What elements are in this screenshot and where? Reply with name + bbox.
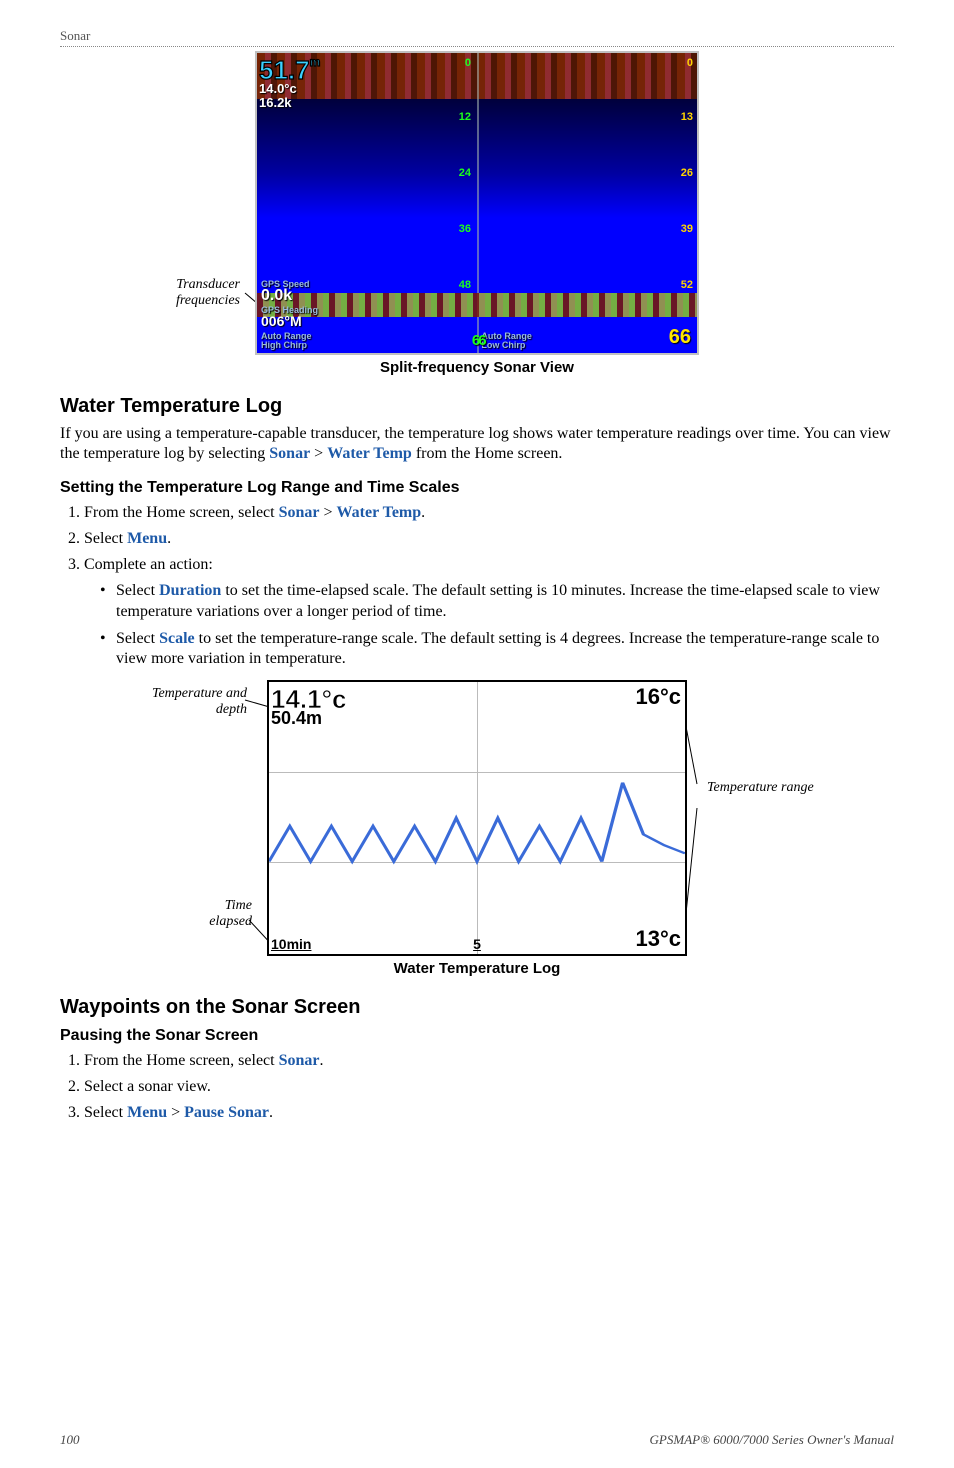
pause-step-1: From the Home screen, select Sonar. — [84, 1049, 894, 1073]
gps-speed-value: 0.0k — [261, 287, 292, 305]
current-depth: 50.4m — [271, 708, 322, 729]
figure2-caption: Water Temperature Log — [267, 960, 687, 977]
right-tick: 13 — [681, 111, 693, 123]
right-tick: 26 — [681, 167, 693, 179]
menu-sonar: Sonar — [269, 445, 310, 462]
left-tick: 0 — [465, 57, 471, 69]
gps-heading-value: 006°M — [261, 313, 302, 329]
right-tick: 0 — [687, 57, 693, 69]
auto-range-left-2: High Chirp — [261, 340, 307, 350]
pause-step-2: Select a sonar view. — [84, 1075, 894, 1099]
auto-range-right-2: Low Chirp — [481, 340, 525, 350]
bullet-duration: Select Duration to set the time-elapsed … — [100, 581, 894, 623]
pause-step-3: Select Menu > Pause Sonar. — [84, 1101, 894, 1125]
step-2: Select Menu. — [84, 527, 894, 551]
footer-book-title: GPSMAP® 6000/7000 Series Owner's Manual — [650, 1432, 894, 1448]
left-tick: 12 — [459, 111, 471, 123]
right-tick: 39 — [681, 223, 693, 235]
running-header: Sonar — [60, 28, 894, 47]
temp-range-bottom: 13°c — [635, 926, 681, 952]
left-tick: 36 — [459, 223, 471, 235]
left-tick: 48 — [459, 279, 471, 291]
callout-temperature-and-depth: Temperature and depth — [137, 686, 247, 718]
footer-page-number: 100 — [60, 1432, 80, 1448]
callout-transducer-frequencies: Transducer frequencies — [130, 277, 240, 309]
subheading-pausing-sonar: Pausing the Sonar Screen — [60, 1027, 894, 1045]
split-frequency-sonar-view-image: 0 13 26 39 52 0 12 24 36 48 51.7m 14.0°c… — [255, 51, 699, 355]
subheading-temp-log-range: Setting the Temperature Log Range and Ti… — [60, 479, 894, 497]
temp-range-top: 16°c — [635, 684, 681, 710]
section-waypoints-on-sonar: Waypoints on the Sonar Screen — [60, 996, 894, 1019]
time-axis-mid: 5 — [473, 936, 481, 952]
step-3: Complete an action: Select Duration to s… — [84, 553, 894, 670]
menu-water-temp: Water Temp — [327, 445, 412, 462]
section-water-temperature-log: Water Temperature Log — [60, 395, 894, 418]
water-temperature-log-chart: 14.1°c 50.4m 16°c 13°c 10min 5 — [267, 680, 687, 956]
left-panel-depth: 66 — [472, 332, 485, 349]
callout-time-elapsed: Time elapsed — [182, 898, 252, 930]
sonar-temp-readout: 14.0°c — [259, 81, 297, 96]
sonar-speed-readout: 16.2k — [259, 95, 292, 110]
right-tick: 52 — [681, 279, 693, 291]
time-axis-start: 10min — [271, 936, 311, 952]
step-1: From the Home screen, select Sonar > Wat… — [84, 501, 894, 525]
right-panel-depth: 66 — [669, 326, 691, 349]
left-tick: 24 — [459, 167, 471, 179]
bullet-scale: Select Scale to set the temperature-rang… — [100, 629, 894, 671]
section1-body: If you are using a temperature-capable t… — [60, 424, 894, 465]
figure1-caption: Split-frequency Sonar View — [255, 359, 699, 376]
